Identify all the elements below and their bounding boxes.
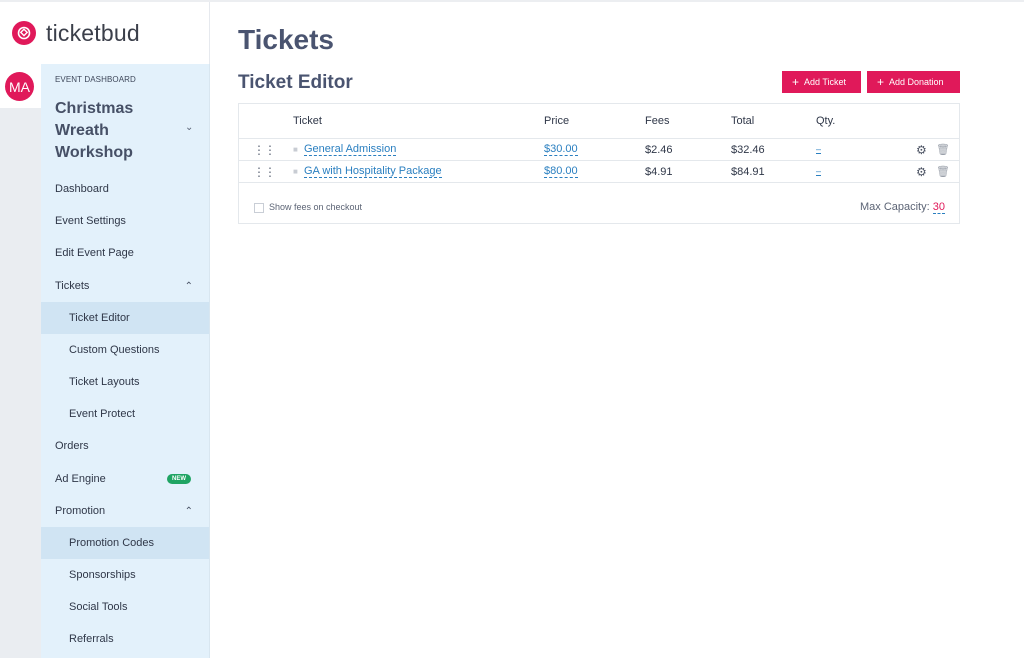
sidebar-item-referrals[interactable]: Referrals bbox=[41, 623, 209, 655]
sidebar-item-label: Ad Engine bbox=[55, 473, 106, 485]
brand-name: ticketbud bbox=[46, 19, 140, 46]
sidebar-item-label: Tickets bbox=[55, 280, 90, 292]
ticket-price-link[interactable]: $30.00 bbox=[544, 143, 578, 156]
gear-icon[interactable]: ⚙ bbox=[916, 161, 927, 182]
user-avatar[interactable]: MA bbox=[5, 72, 34, 101]
sidebar-item-tickets[interactable]: Tickets ⌃ bbox=[41, 270, 209, 302]
ticket-name-link[interactable]: GA with Hospitality Package bbox=[304, 165, 442, 178]
sidebar-item-label: Ticket Editor bbox=[69, 312, 130, 324]
drag-handle-icon[interactable]: ⋮⋮ bbox=[253, 161, 276, 182]
header-qty: Qty. bbox=[816, 115, 836, 127]
sidebar-item-event-settings[interactable]: Event Settings bbox=[41, 205, 209, 237]
table-header: Ticket Price Fees Total Qty. bbox=[239, 104, 959, 139]
sidebar-item-social-tools[interactable]: Social Tools bbox=[41, 591, 209, 623]
account-rail: MA bbox=[0, 64, 41, 658]
plus-icon: + bbox=[877, 75, 885, 89]
sidebar-item-label: Dashboard bbox=[55, 183, 109, 195]
sidebar-item-label: Promotion bbox=[55, 505, 106, 517]
sidebar-item-label: Referrals bbox=[69, 633, 114, 645]
sidebar-item-label: Event Protect bbox=[69, 408, 136, 420]
sidebar-item-promotion-codes[interactable]: Promotion Codes bbox=[41, 527, 209, 559]
table-row: ⋮⋮ ■ General Admission $30.00 $2.46 $32.… bbox=[239, 139, 959, 161]
lock-icon: ■ bbox=[293, 145, 298, 154]
max-capacity-value-link[interactable]: 30 bbox=[932, 201, 945, 214]
event-dashboard-label: EVENT DASHBOARD bbox=[55, 75, 136, 84]
sidebar: EVENT DASHBOARD Christmas Wreath Worksho… bbox=[41, 64, 210, 658]
sidebar-item-ticket-editor[interactable]: Ticket Editor bbox=[41, 302, 209, 334]
event-name[interactable]: Christmas Wreath Workshop bbox=[55, 98, 165, 164]
show-fees-label: Show fees on checkout bbox=[269, 202, 363, 212]
chevron-down-icon[interactable]: ⌄ bbox=[185, 122, 193, 133]
header-total: Total bbox=[731, 115, 755, 127]
sidebar-item-edit-event-page[interactable]: Edit Event Page bbox=[41, 237, 209, 269]
sidebar-item-label: Social Tools bbox=[69, 601, 128, 613]
ticketbud-logo-icon bbox=[12, 21, 36, 45]
sidebar-item-sponsorships[interactable]: Sponsorships bbox=[41, 559, 209, 591]
ticket-name-link[interactable]: General Admission bbox=[304, 143, 397, 156]
sidebar-item-orders[interactable]: Orders bbox=[41, 430, 209, 462]
ticket-total: $32.46 bbox=[731, 143, 765, 156]
ticket-qty-link[interactable]: – bbox=[816, 167, 822, 176]
trash-icon[interactable]: 🗑 bbox=[936, 161, 950, 182]
sidebar-item-promotion[interactable]: Promotion ⌃ bbox=[41, 495, 209, 527]
new-badge: NEW bbox=[167, 474, 191, 484]
sidebar-item-label: Edit Event Page bbox=[55, 247, 134, 259]
show-fees-checkbox[interactable] bbox=[254, 203, 264, 213]
sidebar-item-custom-questions[interactable]: Custom Questions bbox=[41, 334, 209, 366]
chevron-up-icon: ⌃ bbox=[184, 505, 193, 517]
header-price: Price bbox=[544, 115, 570, 127]
sidebar-item-event-protect[interactable]: Event Protect bbox=[41, 398, 209, 430]
table-row: ⋮⋮ ■ GA with Hospitality Package $80.00 … bbox=[239, 161, 959, 183]
max-capacity: Max Capacity: 30 bbox=[859, 201, 945, 214]
gear-icon[interactable]: ⚙ bbox=[916, 139, 927, 160]
sidebar-item-label: Orders bbox=[55, 440, 89, 452]
ticket-fees: $4.91 bbox=[645, 165, 673, 178]
sidebar-item-label: Ticket Layouts bbox=[69, 376, 140, 388]
sidebar-item-label: Sponsorships bbox=[69, 569, 136, 581]
plus-icon: + bbox=[792, 75, 800, 89]
tickets-table: Ticket Price Fees Total Qty. ⋮⋮ ■ Genera… bbox=[238, 103, 960, 224]
drag-handle-icon[interactable]: ⋮⋮ bbox=[253, 139, 276, 160]
logo-area: ticketbud bbox=[0, 2, 210, 64]
ticket-total: $84.91 bbox=[731, 165, 765, 178]
max-capacity-label: Max Capacity: bbox=[859, 201, 930, 213]
sidebar-item-label: Event Settings bbox=[55, 215, 126, 227]
ticket-fees: $2.46 bbox=[645, 143, 673, 156]
add-ticket-button[interactable]: + Add Ticket bbox=[782, 71, 861, 93]
trash-icon[interactable]: 🗑 bbox=[936, 139, 950, 160]
ticket-qty-link[interactable]: – bbox=[816, 145, 822, 154]
add-donation-button[interactable]: + Add Donation bbox=[867, 71, 960, 93]
lock-icon: ■ bbox=[293, 167, 298, 176]
sidebar-item-dashboard[interactable]: Dashboard bbox=[41, 173, 209, 205]
page-title: Tickets bbox=[238, 24, 334, 55]
header-fees: Fees bbox=[645, 115, 670, 127]
sidebar-item-label: Custom Questions bbox=[69, 344, 160, 356]
header-ticket: Ticket bbox=[293, 115, 322, 127]
table-footer: Show fees on checkout Max Capacity: 30 bbox=[239, 184, 959, 224]
sidebar-item-label: Promotion Codes bbox=[69, 537, 154, 549]
chevron-up-icon: ⌃ bbox=[184, 280, 193, 292]
sidebar-item-ticket-layouts[interactable]: Ticket Layouts bbox=[41, 366, 209, 398]
sidebar-item-ad-engine[interactable]: Ad Engine NEW bbox=[41, 463, 209, 495]
ticket-price-link[interactable]: $80.00 bbox=[544, 165, 578, 178]
section-title: Ticket Editor bbox=[238, 72, 353, 93]
